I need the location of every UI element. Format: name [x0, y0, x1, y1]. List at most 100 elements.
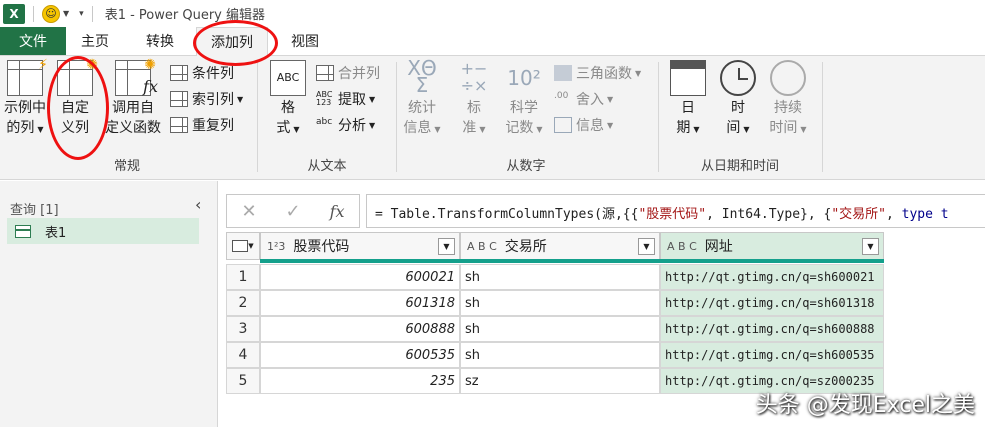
smiley-icon[interactable]: ☺ [42, 4, 60, 23]
table-cell[interactable]: sh [460, 342, 660, 368]
cancel-icon[interactable]: ✕ [241, 201, 256, 222]
table-cell[interactable]: sh [460, 290, 660, 316]
column-from-examples-button[interactable]: ⚡ 示例中 的列 ▼ [2, 57, 48, 140]
group-label-from-number: 从数字 [506, 159, 546, 174]
type-icon[interactable]: 1²3 [267, 240, 285, 253]
custom-column-button[interactable]: ✺ 自定 义列 [56, 57, 98, 138]
collapse-arrow-icon[interactable]: ‹ [195, 195, 201, 214]
rounding-button[interactable]: .00 舍入 ▼ [554, 88, 613, 110]
table-cell[interactable]: http://qt.gtimg.cn/q=sh601318 [660, 290, 884, 316]
confirm-icon[interactable]: ✓ [286, 201, 301, 222]
index-column-icon [170, 91, 188, 107]
table-cell[interactable]: sh [460, 316, 660, 342]
column-name: 网址 [704, 239, 733, 255]
tab-add-column[interactable]: 添加列 [196, 27, 268, 56]
row-number[interactable]: 3 [226, 316, 260, 342]
duplicate-column-icon [170, 117, 188, 133]
tab-transform[interactable]: 转换 [130, 27, 190, 55]
formula-tools: ✕ ✓ fx [226, 194, 360, 228]
button-label: 期 ▼ [676, 120, 700, 136]
filter-dropdown-icon[interactable]: ▼ [638, 238, 655, 255]
table-cell[interactable]: sz [460, 368, 660, 394]
duplicate-column-button[interactable]: 重复列 [170, 114, 234, 136]
column-header-exchange[interactable]: A B C 交易所 ▼ [460, 232, 660, 260]
duration-button[interactable]: 持续 时间 ▼ [766, 60, 810, 140]
button-label: 的列 ▼ [6, 120, 44, 136]
smiley-dropdown-icon[interactable]: ▼ [63, 9, 69, 18]
invoke-custom-function-button[interactable]: ✺ fx 调用自 定义函数 [100, 57, 166, 138]
standard-button[interactable]: +− ÷× 标 准 ▼ [456, 60, 492, 140]
conditional-column-button[interactable]: 条件列 [170, 62, 234, 84]
conditional-column-icon [170, 65, 188, 81]
statistics-button[interactable]: XΘ Σ 统计 信息 ▼ [402, 56, 442, 140]
time-button[interactable]: 时 间 ▼ [718, 60, 758, 140]
filter-dropdown-icon[interactable]: ▼ [438, 238, 455, 255]
column-header-url[interactable]: A B C 网址 ▼ [660, 232, 884, 260]
calendar-icon [670, 60, 706, 96]
fx-icon[interactable]: fx [330, 202, 345, 221]
button-label: 自定 [61, 100, 89, 116]
date-button[interactable]: 日 期 ▼ [668, 60, 708, 140]
table-cell[interactable]: 601318 [260, 290, 460, 316]
stopwatch-icon [770, 60, 806, 96]
column-header-code[interactable]: 1²3 股票代码 ▼ [260, 232, 460, 260]
table-cell[interactable]: 600535 [260, 342, 460, 368]
trigonometry-icon [554, 65, 572, 81]
filter-dropdown-icon[interactable]: ▼ [862, 238, 879, 255]
type-icon[interactable]: A B C [467, 240, 497, 253]
table-icon [15, 224, 31, 238]
button-label: 日 [681, 100, 695, 116]
row-number[interactable]: 1 [226, 264, 260, 290]
button-label: 时间 ▼ [769, 120, 807, 136]
table-cell[interactable]: http://qt.gtimg.cn/q=sh600021 [660, 264, 884, 290]
table-cell[interactable]: sh [460, 264, 660, 290]
invoke-function-icon: ✺ fx [115, 57, 158, 96]
format-button[interactable]: ABC 格 式 ▼ [268, 60, 308, 140]
button-label: 示例中 [4, 100, 46, 116]
row-number[interactable]: 5 [226, 368, 260, 394]
table-menu-button[interactable]: ▼ [226, 232, 260, 260]
button-label: 持续 [774, 100, 802, 116]
tab-file[interactable]: 文件 [0, 27, 66, 55]
formula-input[interactable]: = Table.TransformColumnTypes(源,{{"股票代码",… [366, 194, 985, 228]
format-icon: ABC [270, 60, 306, 96]
group-label-general: 常规 [113, 159, 140, 174]
tab-home[interactable]: 主页 [66, 27, 124, 55]
rounding-icon: .00 [554, 91, 569, 101]
divider [658, 62, 659, 172]
excel-icon[interactable]: X [3, 3, 25, 24]
information-button[interactable]: 信息 ▼ [554, 114, 613, 136]
ribbon: ⚡ 示例中 的列 ▼ ✺ 自定 义列 ✺ fx 调用自 定义函数 条件列 索引列 ▼ … [0, 56, 985, 180]
query-item[interactable]: 表1 [7, 218, 199, 244]
quick-access-icon[interactable]: ▾ [79, 9, 84, 19]
parse-button[interactable]: abc 分析 ▼ [316, 114, 375, 136]
extract-icon: ABC 123 [316, 90, 333, 107]
tab-view[interactable]: 视图 [276, 27, 334, 55]
table-icon [232, 240, 249, 252]
index-column-button[interactable]: 索引列 ▼ [170, 88, 243, 110]
button-label: 统计 [408, 100, 436, 116]
standard-icon: +− ÷× [460, 59, 488, 95]
button-label: 时 [731, 100, 745, 116]
column-name: 股票代码 [293, 239, 350, 255]
button-label: 准 ▼ [462, 120, 486, 136]
scientific-button[interactable]: 10² 科学 记数 ▼ [502, 60, 546, 140]
query-name: 表1 [45, 225, 67, 241]
statistics-icon: XΘ Σ [407, 56, 437, 97]
trigonometry-button[interactable]: 三角函数 ▼ [554, 62, 641, 84]
table-cell[interactable]: http://qt.gtimg.cn/q=sh600888 [660, 316, 884, 342]
table-cell[interactable]: 600888 [260, 316, 460, 342]
table-cell[interactable]: 600021 [260, 264, 460, 290]
extract-button[interactable]: ABC 123 提取 ▼ [316, 88, 375, 110]
button-label: 调用自 [112, 100, 154, 116]
clock-icon [720, 60, 756, 96]
type-icon[interactable]: A B C [667, 240, 697, 253]
row-number[interactable]: 2 [226, 290, 260, 316]
merge-columns-icon [316, 65, 334, 81]
table-cell[interactable]: http://qt.gtimg.cn/q=sh600535 [660, 342, 884, 368]
button-label: 科学 [510, 100, 538, 116]
table-cell[interactable]: 235 [260, 368, 460, 394]
watermark: 头条 @发现Excel之美 [755, 393, 975, 418]
row-number[interactable]: 4 [226, 342, 260, 368]
merge-columns-button[interactable]: 合并列 [316, 62, 380, 84]
